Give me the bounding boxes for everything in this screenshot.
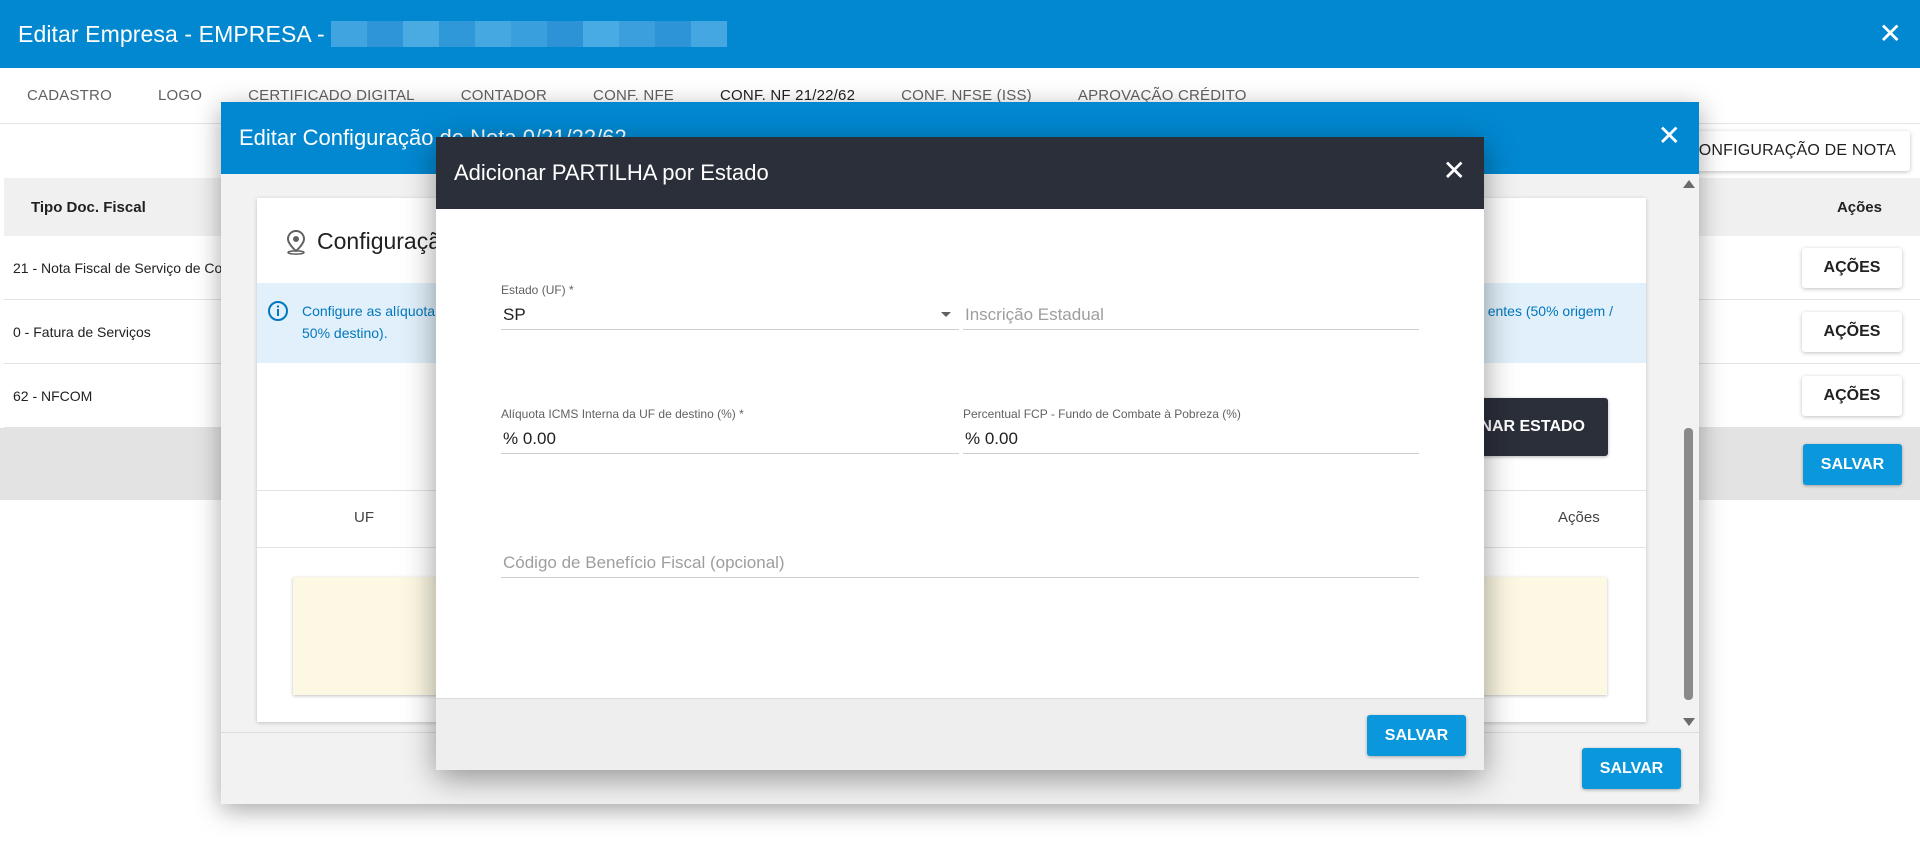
redacted-company-name	[330, 21, 727, 47]
location-pin-icon	[286, 229, 306, 255]
chevron-down-icon[interactable]	[941, 312, 951, 317]
close-icon[interactable]: ✕	[1658, 122, 1681, 150]
beneficio-placeholder[interactable]: Código de Benefício Fiscal (opcional)	[501, 547, 1419, 578]
dialog-footer: SALVAR	[436, 698, 1484, 770]
dialog-scrollbar[interactable]	[1679, 174, 1699, 732]
info-line-1: Configure as alíquota	[302, 303, 436, 319]
scroll-down-icon[interactable]	[1683, 718, 1695, 726]
fcp-label: Percentual FCP - Fundo de Combate à Pobr…	[963, 407, 1241, 421]
window-title: Editar Empresa - EMPRESA -	[18, 20, 325, 47]
scroll-up-icon[interactable]	[1683, 180, 1695, 188]
info-text-left: Configure as alíquota 50% destino).	[302, 300, 435, 344]
row-tipo: 62 - NFCOM	[13, 387, 93, 404]
top-save-button[interactable]: SALVAR	[1367, 715, 1466, 756]
aliquota-field[interactable]: Alíquota ICMS Interna da UF de destino (…	[501, 407, 959, 454]
header-acoes: Ações	[1558, 509, 1600, 526]
inscricao-placeholder[interactable]: Inscrição Estadual	[963, 299, 1419, 330]
fcp-field[interactable]: Percentual FCP - Fundo de Combate à Pobr…	[963, 407, 1419, 454]
info-text-right: entes (50% origem /	[1487, 303, 1613, 319]
row-tipo: 0 - Fatura de Serviços	[13, 323, 151, 340]
aliquota-value[interactable]: % 0.00	[501, 423, 959, 454]
app-header: Editar Empresa - EMPRESA - ✕	[0, 0, 1920, 68]
estado-value[interactable]: SP	[501, 299, 959, 330]
close-icon[interactable]: ✕	[1879, 20, 1902, 48]
base-save-button[interactable]: SALVAR	[1803, 444, 1902, 485]
info-line-2: 50% destino).	[302, 325, 388, 341]
acoes-button[interactable]: AÇÕES	[1802, 312, 1902, 352]
acoes-button[interactable]: AÇÕES	[1802, 376, 1902, 416]
info-icon	[268, 301, 288, 321]
acoes-button[interactable]: AÇÕES	[1802, 248, 1902, 288]
tab-logo[interactable]: LOGO	[135, 68, 225, 124]
scroll-thumb[interactable]	[1684, 428, 1693, 700]
estado-label: Estado (UF) *	[501, 283, 574, 297]
header-acoes: Ações	[1836, 198, 1882, 216]
header-uf: UF	[354, 509, 374, 526]
row-tipo: 21 - Nota Fiscal de Serviço de Co	[13, 259, 223, 276]
estado-select[interactable]: Estado (UF) * SP	[501, 283, 959, 330]
mid-save-button[interactable]: SALVAR	[1582, 748, 1681, 789]
aliquota-label: Alíquota ICMS Interna da UF de destino (…	[501, 407, 744, 421]
add-partilha-dialog: Adicionar PARTILHA por Estado ✕ Estado (…	[436, 137, 1484, 770]
tab-cadastro[interactable]: CADASTRO	[4, 68, 135, 124]
fcp-value[interactable]: % 0.00	[963, 423, 1419, 454]
card-title: Configuraçã	[285, 228, 441, 255]
close-icon[interactable]: ✕	[1443, 157, 1466, 185]
dialog-header: Adicionar PARTILHA por Estado ✕	[436, 137, 1484, 209]
card-title-text: Configuraçã	[317, 228, 442, 254]
estado-value-text: SP	[503, 305, 526, 324]
inscricao-estadual-field[interactable]: Inscrição Estadual	[963, 299, 1419, 330]
dialog-title: Adicionar PARTILHA por Estado	[454, 160, 769, 185]
beneficio-fiscal-field[interactable]: Código de Benefício Fiscal (opcional)	[501, 547, 1419, 578]
